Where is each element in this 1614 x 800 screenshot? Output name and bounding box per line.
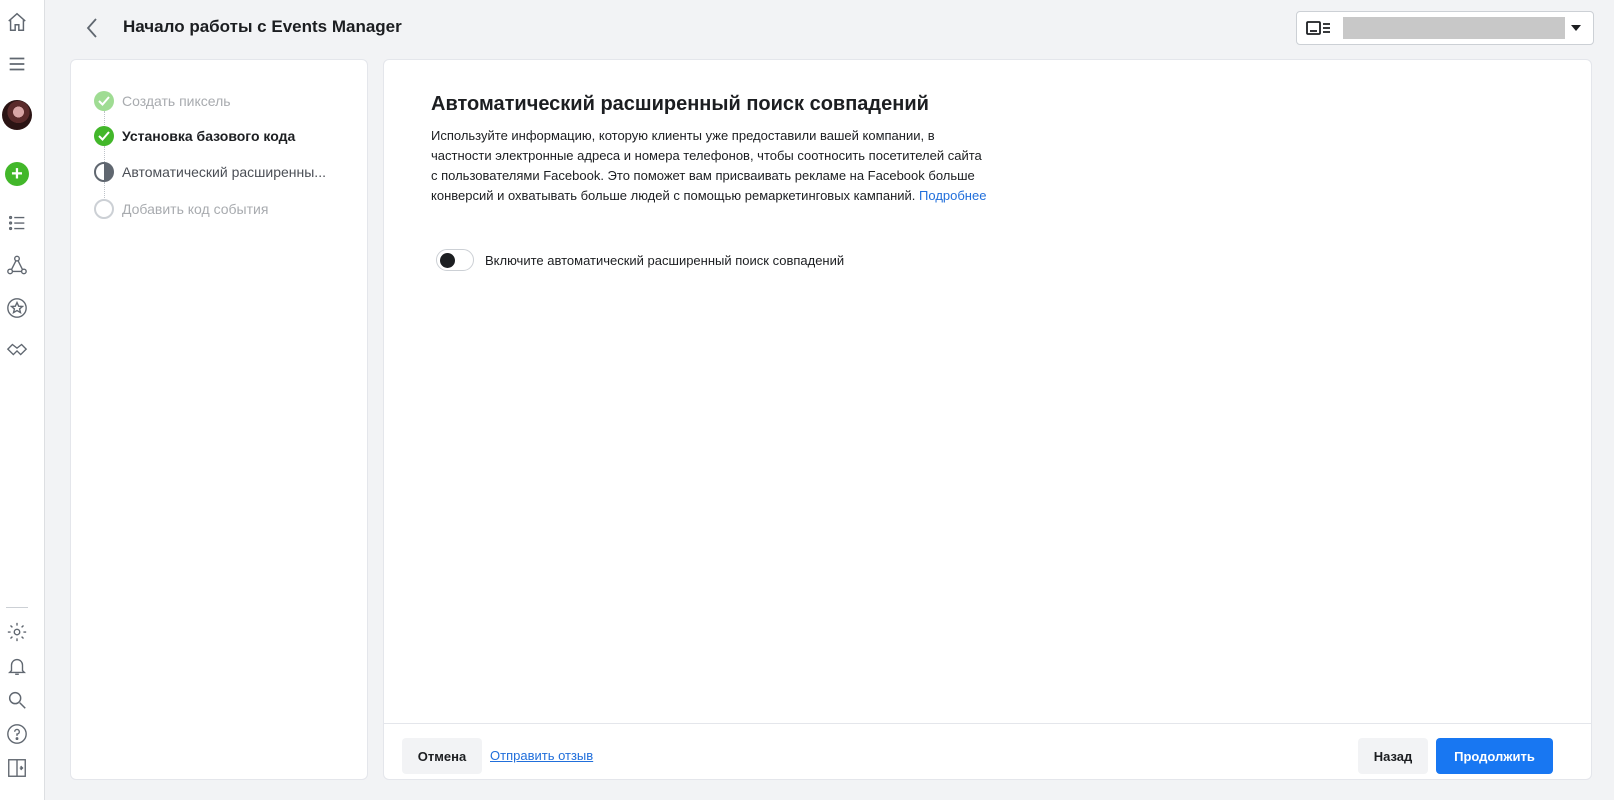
step-advanced-matching[interactable]: Автоматический расширенны...: [94, 161, 326, 183]
home-icon[interactable]: [5, 10, 29, 34]
left-rail: +: [0, 0, 45, 800]
network-icon[interactable]: [5, 253, 29, 277]
setup-steps: Создать пиксель Установка базового кода …: [70, 59, 368, 780]
cancel-button[interactable]: Отмена: [402, 738, 482, 774]
send-feedback-link[interactable]: Отправить отзыв: [490, 748, 593, 763]
check-icon: [94, 91, 114, 111]
continue-button[interactable]: Продолжить: [1436, 738, 1553, 774]
step-create-pixel[interactable]: Создать пиксель: [94, 90, 231, 112]
step-label: Установка базового кода: [122, 128, 296, 144]
step-label: Автоматический расширенны...: [122, 164, 326, 180]
step-label: Создать пиксель: [122, 93, 231, 109]
page-title: Начало работы с Events Manager: [123, 17, 402, 36]
avatar[interactable]: [2, 100, 32, 130]
menu-icon[interactable]: [5, 52, 29, 76]
chevron-left-icon[interactable]: [80, 14, 104, 42]
chevron-down-icon: [1571, 25, 1581, 31]
footer-actions: Отмена Отправить отзыв Назад Продолжить: [384, 723, 1591, 779]
help-icon[interactable]: [5, 722, 29, 746]
advanced-matching-toggle[interactable]: [436, 249, 474, 271]
check-icon: [94, 126, 114, 146]
list-icon[interactable]: [5, 211, 29, 235]
rail-divider: [6, 607, 28, 608]
sidebar-toggle-icon[interactable]: [5, 756, 29, 780]
step-base-code[interactable]: Установка базового кода: [94, 125, 295, 147]
toggle-knob: [440, 253, 455, 268]
description-text: Используйте информацию, которую клиенты …: [431, 128, 982, 203]
page-header: Начало работы с Events Manager: [45, 0, 1614, 56]
step-label: Добавить код события: [122, 201, 269, 217]
content-panel: Автоматический расширенный поиск совпаде…: [383, 59, 1592, 780]
empty-circle-icon: [94, 199, 114, 219]
back-button[interactable]: Назад: [1358, 738, 1428, 774]
learn-more-link[interactable]: Подробнее: [919, 188, 986, 203]
bell-icon[interactable]: [5, 654, 29, 678]
section-description: Используйте информацию, которую клиенты …: [431, 126, 991, 206]
half-circle-icon: [94, 162, 114, 182]
advanced-matching-toggle-row: Включите автоматический расширенный поис…: [436, 249, 844, 271]
toggle-label: Включите автоматический расширенный поис…: [485, 252, 845, 268]
handshake-icon[interactable]: [5, 338, 29, 362]
settings-icon[interactable]: [5, 620, 29, 644]
add-icon[interactable]: +: [5, 162, 29, 186]
search-icon[interactable]: [5, 688, 29, 712]
step-add-event-code: Добавить код события: [94, 198, 268, 220]
account-select[interactable]: [1296, 11, 1594, 45]
account-name-redacted: [1343, 17, 1565, 39]
business-card-icon: [1306, 20, 1332, 43]
star-icon[interactable]: [5, 296, 29, 320]
section-title: Автоматический расширенный поиск совпаде…: [431, 93, 929, 115]
